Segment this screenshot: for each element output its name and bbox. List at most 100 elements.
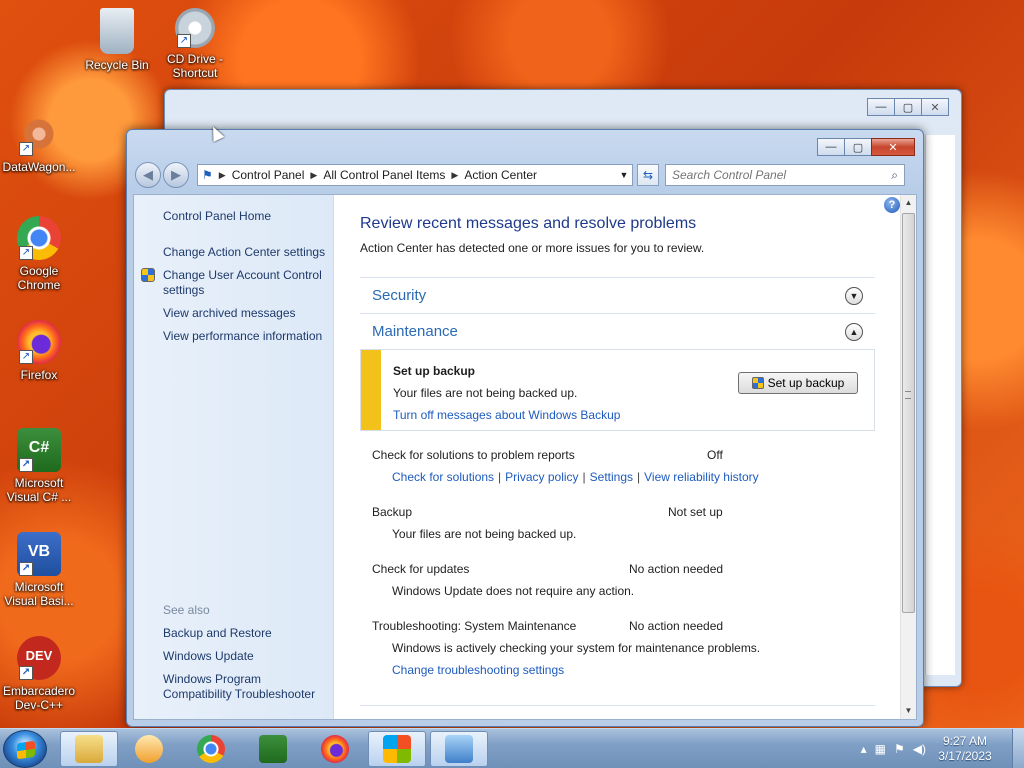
sidebar-link-compatibility-troubleshooter[interactable]: Windows Program Compatibility Troublesho… xyxy=(163,672,333,702)
visual-csharp-icon: C# ↗ xyxy=(17,428,61,472)
breadcrumb-action-center[interactable]: Action Center xyxy=(464,168,537,182)
show-hidden-icons-icon[interactable]: ▴ xyxy=(861,742,867,756)
desktop-icon-datawagon[interactable]: ↗ DataWagon... xyxy=(0,112,78,174)
shortcut-arrow-icon: ↗ xyxy=(177,34,191,48)
control-panel-flag-icon: ⚑ xyxy=(202,168,213,182)
desktop-icon-visual-csharp[interactable]: C# ↗ Microsoft Visual C# ... xyxy=(0,428,78,504)
media-player-icon xyxy=(135,735,163,763)
windows-logo-icon xyxy=(17,740,35,760)
problem-reports-links: Check for solutions | Privacy policy | Setti… xyxy=(392,470,759,484)
breadcrumb-control-panel[interactable]: Control Panel xyxy=(232,168,305,182)
taskbar-firefox[interactable] xyxy=(306,731,364,767)
chevron-up-icon[interactable]: ▲ xyxy=(845,322,863,341)
devcpp-icon: DEV ↗ xyxy=(17,636,61,680)
shortcut-arrow-icon: ↗ xyxy=(19,666,33,680)
taskbar-window-switcher[interactable] xyxy=(368,731,426,767)
section-security-label: Security xyxy=(372,287,427,304)
alert-title: Set up backup xyxy=(393,364,476,378)
desktop-icon-chrome[interactable]: ↗ Google Chrome xyxy=(0,216,78,292)
window-caption-buttons: — ▢ ✕ xyxy=(817,138,915,156)
sidebar-link-windows-update[interactable]: Windows Update xyxy=(163,649,254,664)
desktop-icon-label: Google Chrome xyxy=(17,264,61,292)
system-tray: ▴ ▦ ⚑ ◀) 9:27 AM 3/17/2023 xyxy=(857,729,1010,768)
desktop: Recycle Bin ↗ CD Drive - Shortcut ↗ Data… xyxy=(0,0,1024,728)
volume-icon[interactable]: ◀) xyxy=(913,742,926,756)
search-box[interactable]: ⌕ xyxy=(665,164,905,186)
refresh-icon: ⇆ xyxy=(642,168,654,182)
view-reliability-history-link[interactable]: View reliability history xyxy=(644,470,759,484)
show-desktop-button[interactable] xyxy=(1012,729,1024,768)
action-center-window[interactable]: — ▢ ✕ ◀ ▶ ⚑ ▶ Control Panel ▶ All Contro… xyxy=(126,129,924,727)
help-icon[interactable]: ? xyxy=(884,197,900,213)
sidebar-link-change-action-center-settings[interactable]: Change Action Center settings xyxy=(163,245,325,260)
forward-button[interactable]: ▶ xyxy=(163,162,189,188)
breadcrumb-all-items[interactable]: All Control Panel Items xyxy=(323,168,445,182)
minimize-button[interactable]: — xyxy=(817,138,845,156)
sidebar-link-view-performance-information[interactable]: View performance information xyxy=(163,329,322,344)
background-close-button[interactable]: ✕ xyxy=(921,98,949,116)
see-also-heading: See also xyxy=(163,603,210,617)
address-bar[interactable]: ⚑ ▶ Control Panel ▶ All Control Panel It… xyxy=(197,164,633,186)
background-minimize-button[interactable]: — xyxy=(867,98,895,116)
taskbar-visual-csharp[interactable] xyxy=(244,731,302,767)
taskbar-control-panel[interactable] xyxy=(430,731,488,767)
set-up-backup-button-label: Set up backup xyxy=(767,376,845,390)
close-button[interactable]: ✕ xyxy=(871,138,915,156)
taskbar-explorer[interactable] xyxy=(60,731,118,767)
divider xyxy=(360,705,875,706)
desktop-icon-recycle-bin[interactable]: Recycle Bin xyxy=(78,8,156,72)
scrollbar-thumb[interactable] xyxy=(902,213,915,613)
desktop-icon-devcpp[interactable]: DEV ↗ Embarcadero Dev-C++ xyxy=(0,636,78,712)
updates-description: Windows Update does not require any acti… xyxy=(392,584,635,598)
troubleshooting-status: No action needed xyxy=(629,619,724,633)
section-maintenance[interactable]: Maintenance ▲ xyxy=(360,313,875,349)
task-pane: Control Panel Home Change Action Center … xyxy=(134,195,334,719)
desktop-icon-visual-basic[interactable]: VB ↗ Microsoft Visual Basi... xyxy=(0,532,78,608)
visual-csharp-icon xyxy=(259,735,287,763)
search-input[interactable] xyxy=(672,168,872,182)
desktop-icon-label: Recycle Bin xyxy=(85,58,149,72)
sidebar-link-view-archived-messages[interactable]: View archived messages xyxy=(163,306,296,321)
sidebar-link-change-uac-settings[interactable]: Change User Account Control settings xyxy=(163,268,333,298)
set-up-backup-button[interactable]: Set up backup xyxy=(738,372,858,394)
background-window-content xyxy=(925,135,955,675)
sidebar-link-backup-and-restore[interactable]: Backup and Restore xyxy=(163,626,272,641)
desktop-icon-firefox[interactable]: ↗ Firefox xyxy=(0,320,78,382)
address-dropdown-icon[interactable]: ▼ xyxy=(616,170,632,180)
chrome-icon: ↗ xyxy=(17,216,61,260)
updates-label: Check for updates xyxy=(372,562,470,576)
settings-link[interactable]: Settings xyxy=(590,470,633,484)
taskbar-media-player[interactable] xyxy=(120,731,178,767)
scroll-up-icon[interactable]: ▲ xyxy=(901,195,916,211)
maximize-button[interactable]: ▢ xyxy=(844,138,872,156)
start-button[interactable] xyxy=(3,730,47,768)
navigation-bar: ◀ ▶ ⚑ ▶ Control Panel ▶ All Control Pane… xyxy=(135,162,915,188)
search-icon[interactable]: ⌕ xyxy=(891,168,898,183)
scroll-down-icon[interactable]: ▼ xyxy=(901,703,916,719)
desktop-icon-label: Microsoft Visual C# ... xyxy=(6,476,72,504)
desktop-icon-label: Firefox xyxy=(20,368,58,382)
privacy-policy-link[interactable]: Privacy policy xyxy=(505,470,578,484)
background-maximize-button[interactable]: ▢ xyxy=(894,98,922,116)
troubleshooting-row: Troubleshooting: System Maintenance No a… xyxy=(372,619,732,633)
refresh-button[interactable]: ⇆ xyxy=(637,164,659,186)
clock[interactable]: 9:27 AM 3/17/2023 xyxy=(930,734,1000,764)
change-troubleshooting-settings-link[interactable]: Change troubleshooting settings xyxy=(392,663,564,677)
back-button[interactable]: ◀ xyxy=(135,162,161,188)
control-panel-icon xyxy=(445,735,473,763)
sidebar-link-control-panel-home[interactable]: Control Panel Home xyxy=(163,209,271,224)
desktop-icon-cd-drive[interactable]: ↗ CD Drive - Shortcut xyxy=(156,8,234,80)
action-center-flag-icon[interactable]: ⚑ xyxy=(894,742,905,756)
alert-description: Your files are not being backed up. xyxy=(393,386,578,400)
uac-shield-icon xyxy=(751,377,764,389)
turn-off-backup-messages-link[interactable]: Turn off messages about Windows Backup xyxy=(393,408,620,422)
vertical-scrollbar[interactable]: ▲ ▼ xyxy=(900,195,916,719)
network-icon[interactable]: ▦ xyxy=(875,742,886,756)
problem-reports-row: Check for solutions to problem reports O… xyxy=(372,448,732,462)
section-security[interactable]: Security ▼ xyxy=(360,277,875,313)
taskbar-chrome[interactable] xyxy=(182,731,240,767)
clock-date: 3/17/2023 xyxy=(938,749,992,763)
check-for-solutions-link[interactable]: Check for solutions xyxy=(392,470,494,484)
uac-shield-icon xyxy=(141,268,155,282)
chevron-down-icon[interactable]: ▼ xyxy=(845,286,863,305)
